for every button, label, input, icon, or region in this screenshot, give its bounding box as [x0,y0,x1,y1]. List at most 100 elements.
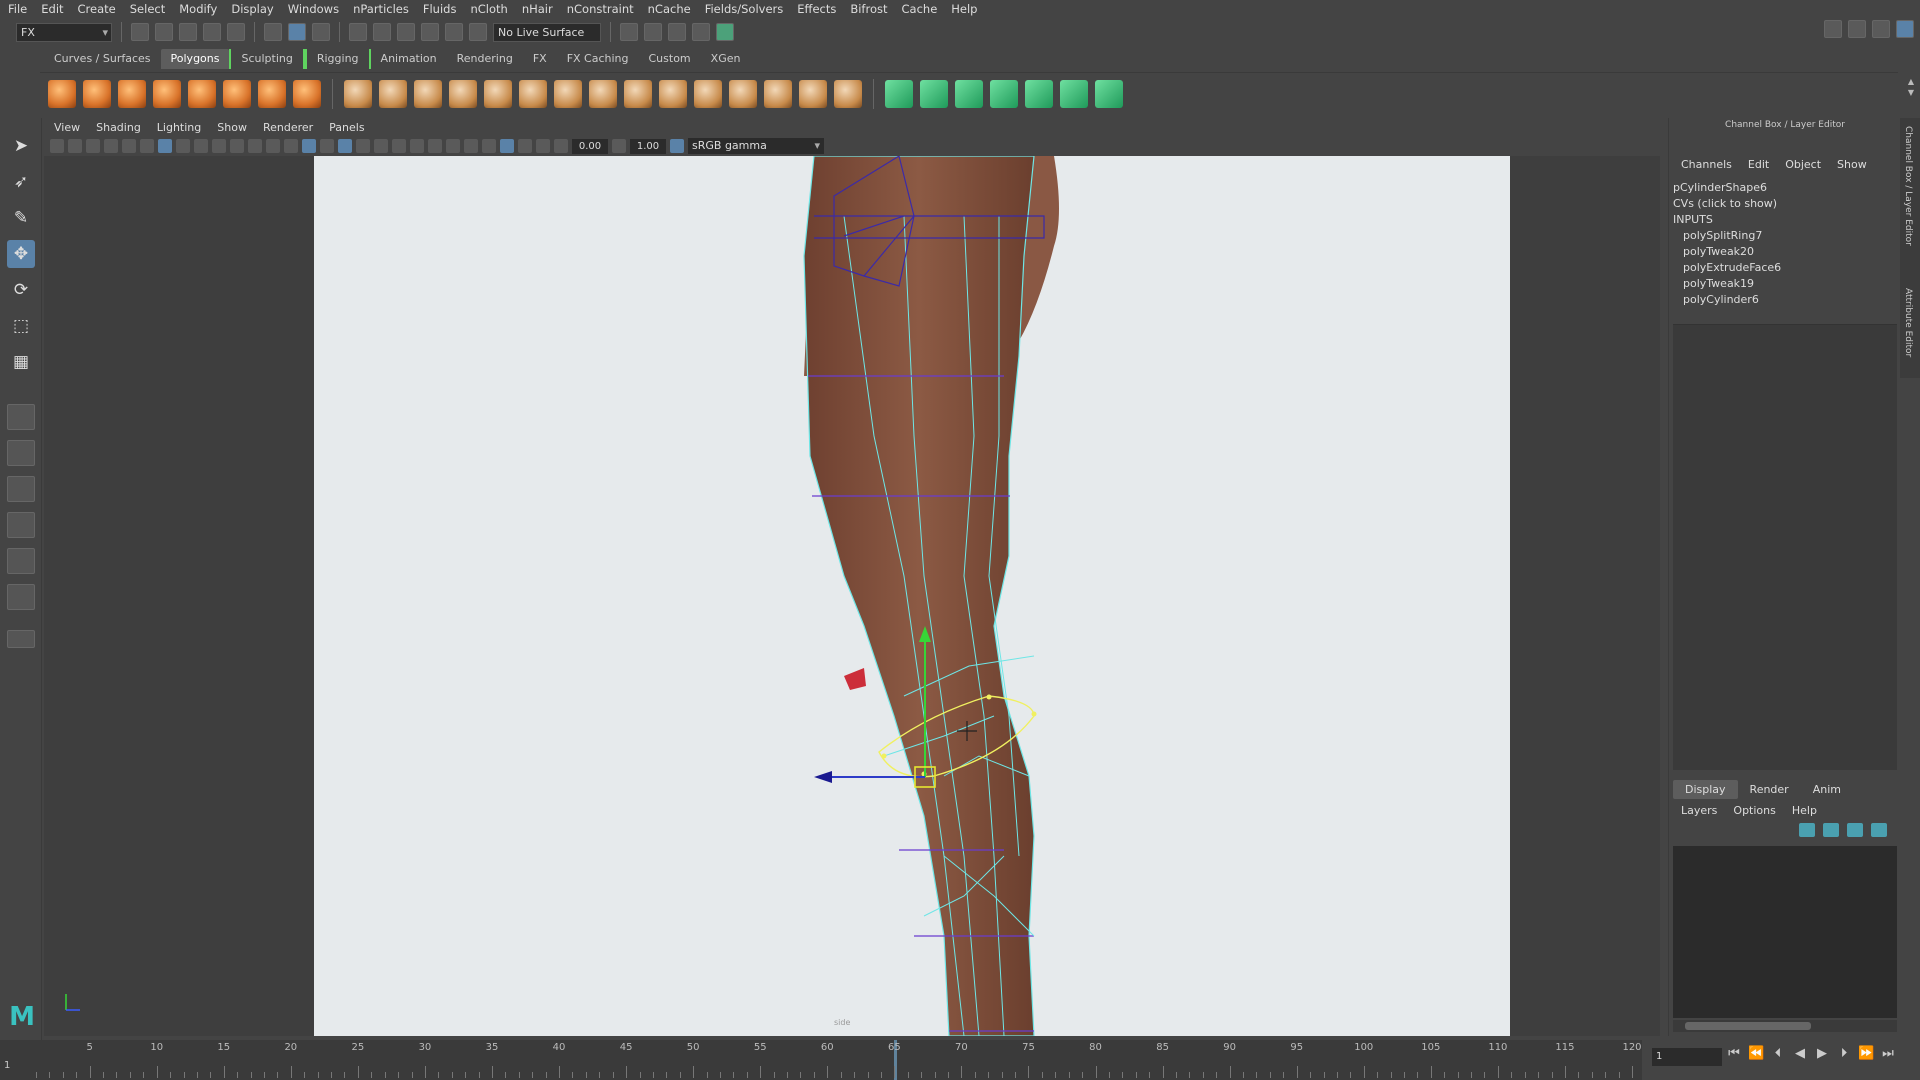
isolate-select-icon[interactable] [482,139,496,153]
tab-rigging[interactable]: Rigging [304,49,371,69]
input-node[interactable]: polyCylinder6 [1673,292,1897,308]
tab-polygons[interactable]: Polygons [160,49,230,69]
tab-fx-caching[interactable]: FX Caching [557,49,639,69]
menu-bifrost[interactable]: Bifrost [850,2,887,16]
cb-menu-object[interactable]: Object [1785,158,1821,171]
uv-spherical-icon[interactable] [955,79,983,108]
four-view-layout-icon[interactable] [7,440,35,466]
image-plane-icon[interactable] [104,139,118,153]
time-slider[interactable]: 5 10 15 20 25 30 35 40 45 50 55 60 65 70 75 80 85 90 95 100… [26,1040,1642,1080]
input-node[interactable]: polySplitRing7 [1673,228,1897,244]
lasso-tool-icon[interactable]: ➶ [7,168,35,196]
side-tab-channel-box[interactable]: Channel Box / Layer Editor [1903,126,1913,246]
selected-vertex[interactable] [881,753,887,759]
menu-cache[interactable]: Cache [902,2,938,16]
leg-model[interactable] [44,156,1660,1036]
play-backwards-icon[interactable]: ◀ [1792,1046,1808,1061]
hypershade-icon[interactable] [716,23,734,41]
go-to-end-icon[interactable]: ⏭ [1880,1046,1896,1061]
bridge-icon[interactable] [589,79,617,108]
uv-cylindrical-icon[interactable] [920,79,948,108]
insert-edge-loop-icon[interactable] [694,79,722,108]
gate-mask-icon[interactable] [212,139,226,153]
menu-set-dropdown[interactable]: FX [16,22,112,42]
poly-plane-icon[interactable] [188,79,216,108]
menu-select[interactable]: Select [130,2,165,16]
tab-rendering[interactable]: Rendering [447,49,523,69]
new-layer-from-selection-icon[interactable] [1871,823,1887,837]
modeling-toolkit-icon[interactable] [1824,20,1842,38]
poly-pyramid-icon[interactable] [258,79,286,108]
save-scene-icon[interactable] [179,23,197,41]
shape-node-name[interactable]: pCylinderShape6 [1673,180,1897,196]
gamma-field[interactable]: 1.00 [630,138,666,154]
anti-aliasing-icon[interactable] [446,139,460,153]
cb-menu-show[interactable]: Show [1837,158,1867,171]
scrollbar-thumb[interactable] [1685,1022,1811,1030]
motion-blur-icon[interactable] [428,139,442,153]
grease-pencil-icon[interactable] [140,139,154,153]
smooth-shade-icon[interactable] [302,139,316,153]
snap-grid-icon[interactable] [349,23,367,41]
menu-nhair[interactable]: nHair [522,2,553,16]
select-component-icon[interactable] [312,23,330,41]
menu-fluids[interactable]: Fluids [423,2,457,16]
move-tool-icon[interactable]: ✥ [7,240,35,268]
tool-settings-toggle-icon[interactable] [1872,20,1890,38]
layer-list-scrollbar[interactable] [1673,1020,1897,1032]
side-tab-attribute-editor[interactable]: Attribute Editor [1903,288,1913,357]
uv-layout-icon[interactable] [1060,79,1088,108]
menu-windows[interactable]: Windows [288,2,339,16]
xray-joints-icon[interactable] [518,139,532,153]
poly-cylinder-icon[interactable] [118,79,146,108]
uv-sew-icon[interactable] [1025,79,1053,108]
cvs-toggle[interactable]: CVs (click to show) [1673,196,1897,212]
menu-effects[interactable]: Effects [797,2,836,16]
ipr-render-icon[interactable] [668,23,686,41]
menu-modify[interactable]: Modify [179,2,217,16]
render-frame-icon[interactable] [644,23,662,41]
move-layer-up-icon[interactable] [1799,823,1815,837]
cb-menu-edit[interactable]: Edit [1748,158,1769,171]
gamma-icon[interactable] [612,139,626,153]
live-surface-field[interactable]: No Live Surface [493,22,601,42]
scale-tool-icon[interactable]: ⬚ [7,312,35,340]
menu-display[interactable]: Display [231,2,273,16]
select-hierarchy-icon[interactable] [264,23,282,41]
append-polygon-icon[interactable] [659,79,687,108]
panel-menu-renderer[interactable]: Renderer [263,121,313,134]
target-weld-icon[interactable] [764,79,792,108]
input-node[interactable]: polyTweak20 [1673,244,1897,260]
textured-icon[interactable] [356,139,370,153]
exposure-icon[interactable] [554,139,568,153]
multi-cut-icon[interactable] [554,79,582,108]
layer-menu-layers[interactable]: Layers [1681,804,1717,817]
panel-menu-lighting[interactable]: Lighting [157,121,201,134]
color-management-icon[interactable] [670,139,684,153]
view-transform-dropdown[interactable]: sRGB gamma [688,138,824,154]
rotate-tool-icon[interactable]: ⟳ [7,276,35,304]
undo-icon[interactable] [203,23,221,41]
go-to-start-icon[interactable]: ⏮ [1726,1046,1742,1061]
tab-fx[interactable]: FX [523,49,557,69]
render-settings-icon[interactable] [692,23,710,41]
depth-of-field-icon[interactable] [464,139,478,153]
camera-attributes-icon[interactable] [122,139,136,153]
merge-icon[interactable] [834,79,862,108]
default-material-icon[interactable] [320,139,334,153]
panel-menu-view[interactable]: View [54,121,80,134]
extrude-icon[interactable] [519,79,547,108]
menu-nparticles[interactable]: nParticles [353,2,409,16]
shelf-scroll-arrows[interactable]: ▲ ▼ [1906,76,1916,110]
selected-vertex[interactable] [1031,711,1037,717]
single-perspective-layout-icon[interactable] [7,404,35,430]
poly-sphere-icon[interactable] [48,79,76,108]
snap-view-plane-icon[interactable] [421,23,439,41]
input-node[interactable]: polyTweak19 [1673,276,1897,292]
custom-layout-icon[interactable] [7,584,35,610]
wireframe-on-shaded-icon[interactable] [338,139,352,153]
input-node[interactable]: polyExtrudeFace6 [1673,260,1897,276]
render-view-icon[interactable] [620,23,638,41]
poly-cube-icon[interactable] [83,79,111,108]
panel-menu-panels[interactable]: Panels [329,121,364,134]
